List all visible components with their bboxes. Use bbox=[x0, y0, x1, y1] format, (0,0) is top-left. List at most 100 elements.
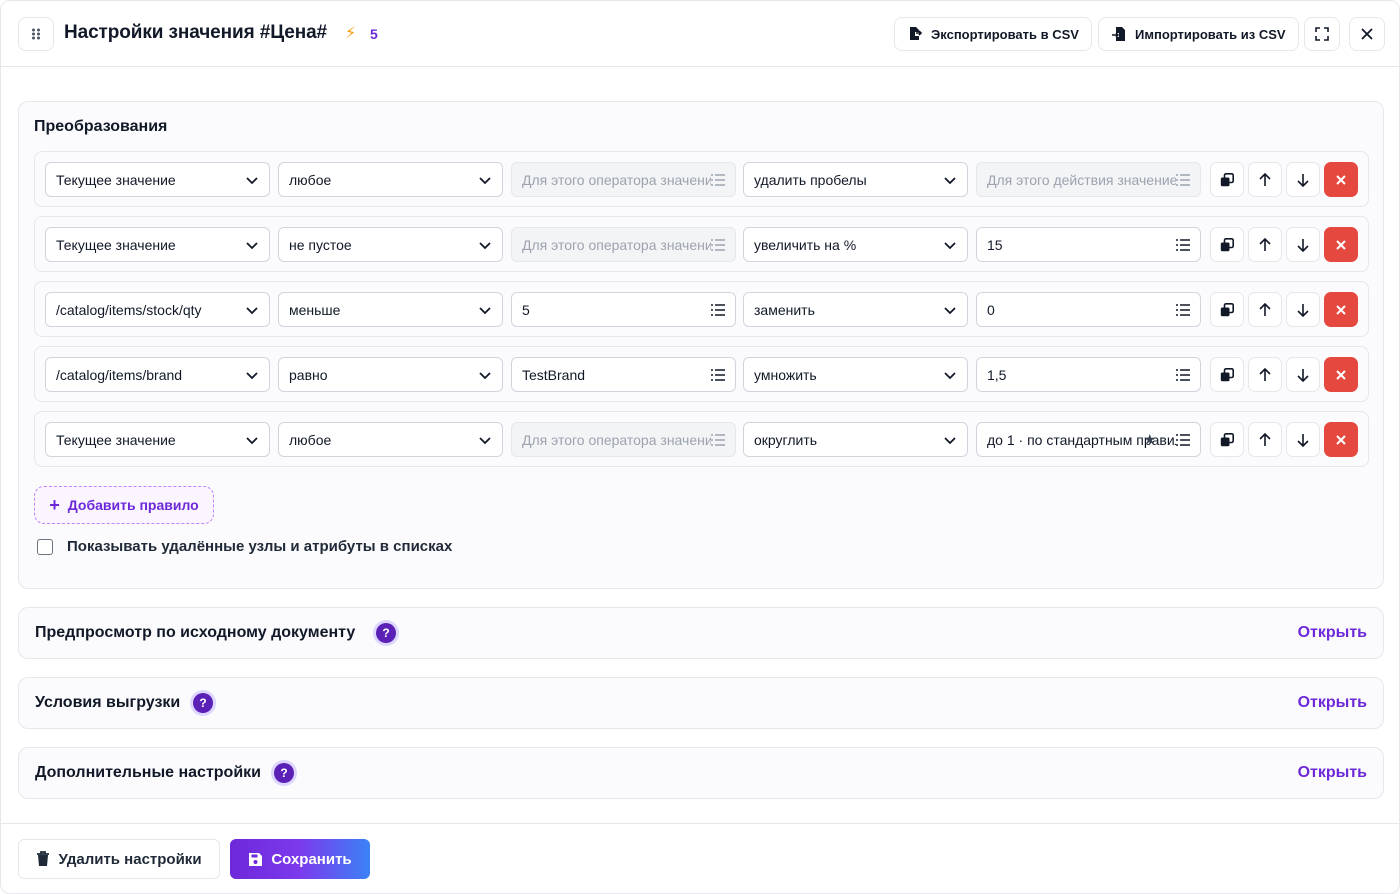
export-csv-button[interactable]: Экспортировать в CSV bbox=[894, 17, 1092, 51]
list-icon bbox=[1176, 238, 1190, 251]
close-icon bbox=[1336, 304, 1346, 315]
action-param-input: Для этого действия значение не требуется bbox=[976, 162, 1201, 197]
copy-icon bbox=[1220, 432, 1234, 446]
chevron-down-icon bbox=[246, 371, 258, 379]
additional-settings-open-link[interactable]: Открыть bbox=[1298, 764, 1367, 782]
chevron-down-icon bbox=[944, 306, 956, 314]
copy-icon bbox=[1220, 237, 1234, 251]
operator-value: любое bbox=[289, 171, 332, 188]
export-conditions-title: Условия выгрузки bbox=[35, 694, 181, 711]
export-csv-label: Экспортировать в CSV bbox=[931, 26, 1079, 42]
delete-rule-button[interactable] bbox=[1324, 227, 1358, 262]
delete-rule-button[interactable] bbox=[1324, 162, 1358, 197]
duplicate-rule-button[interactable] bbox=[1210, 162, 1244, 197]
duplicate-rule-button[interactable] bbox=[1210, 227, 1244, 262]
save-button[interactable]: Сохранить bbox=[230, 839, 370, 879]
operator-value: любое bbox=[289, 431, 332, 448]
action-param-input[interactable]: до 1 · по стандартным правилам★ bbox=[976, 422, 1201, 457]
close-icon bbox=[1361, 28, 1373, 40]
add-rule-button[interactable]: + Добавить правило bbox=[34, 486, 214, 524]
operator-select[interactable]: любое bbox=[278, 422, 503, 457]
list-icon bbox=[1176, 368, 1190, 381]
duplicate-rule-button[interactable] bbox=[1210, 422, 1244, 457]
chevron-down-icon bbox=[246, 306, 258, 314]
arrow-up-icon bbox=[1259, 302, 1271, 316]
condition-value-input[interactable]: TestBrand bbox=[511, 357, 736, 392]
operator-select[interactable]: не пустое bbox=[278, 227, 503, 262]
action-value: заменить bbox=[754, 301, 815, 318]
move-up-button[interactable] bbox=[1248, 162, 1282, 197]
move-down-button[interactable] bbox=[1286, 227, 1320, 262]
operator-select[interactable]: любое bbox=[278, 162, 503, 197]
arrow-down-icon bbox=[1297, 303, 1309, 317]
file-import-icon bbox=[1112, 27, 1125, 41]
action-select[interactable]: заменить bbox=[743, 292, 968, 327]
show-deleted-checkbox[interactable] bbox=[37, 538, 53, 555]
export-conditions-open-link[interactable]: Открыть bbox=[1298, 694, 1367, 712]
rule-row: /catalog/items/brand равно TestBrand умножи… bbox=[34, 346, 1369, 402]
delete-rule-button[interactable] bbox=[1324, 292, 1358, 327]
preview-open-link[interactable]: Открыть bbox=[1298, 624, 1367, 642]
source-select[interactable]: Текущее значение bbox=[45, 227, 270, 262]
file-export-icon bbox=[910, 27, 923, 40]
source-select[interactable]: /catalog/items/stock/qty bbox=[45, 292, 270, 327]
duplicate-rule-button[interactable] bbox=[1210, 357, 1244, 392]
move-up-button[interactable] bbox=[1248, 227, 1282, 262]
chevron-down-icon bbox=[246, 241, 258, 249]
save-icon bbox=[249, 852, 263, 866]
delete-rule-button[interactable] bbox=[1324, 357, 1358, 392]
condition-value-input: Для этого оператора значение не требуетс… bbox=[511, 227, 736, 262]
action-select[interactable]: умножить bbox=[743, 357, 968, 392]
arrow-up-icon bbox=[1259, 172, 1271, 186]
drag-handle[interactable] bbox=[18, 17, 54, 51]
chevron-down-icon bbox=[479, 176, 491, 184]
delete-settings-button[interactable]: Удалить настройки bbox=[18, 839, 220, 879]
action-param-input[interactable]: 0 bbox=[976, 292, 1201, 327]
action-param-input[interactable]: 1,5 bbox=[976, 357, 1201, 392]
help-icon[interactable]: ? bbox=[274, 763, 294, 783]
move-down-button[interactable] bbox=[1286, 422, 1320, 457]
help-icon[interactable]: ? bbox=[193, 693, 213, 713]
list-icon bbox=[711, 433, 725, 446]
move-up-button[interactable] bbox=[1248, 422, 1282, 457]
source-select[interactable]: Текущее значение bbox=[45, 422, 270, 457]
close-button[interactable] bbox=[1349, 17, 1385, 51]
duplicate-rule-button[interactable] bbox=[1210, 292, 1244, 327]
source-value: Текущее значение bbox=[56, 236, 176, 253]
move-up-button[interactable] bbox=[1248, 357, 1282, 392]
copy-icon bbox=[1220, 172, 1234, 186]
move-down-button[interactable] bbox=[1286, 357, 1320, 392]
action-select[interactable]: увеличить на % bbox=[743, 227, 968, 262]
move-down-button[interactable] bbox=[1286, 162, 1320, 197]
source-select[interactable]: Текущее значение bbox=[45, 162, 270, 197]
action-param: Для этого действия значение не требуется bbox=[987, 171, 1176, 188]
source-select[interactable]: /catalog/items/brand bbox=[45, 357, 270, 392]
settings-modal: Настройки значения #Цена# ⚡ 5 Экспортиро… bbox=[0, 0, 1400, 894]
move-up-button[interactable] bbox=[1248, 292, 1282, 327]
bolt-icon: ⚡ bbox=[345, 25, 357, 42]
trash-icon bbox=[37, 851, 50, 866]
chevron-down-icon bbox=[479, 241, 491, 249]
condition-value: Для этого оператора значение не требуетс… bbox=[522, 431, 711, 448]
modal-header: Настройки значения #Цена# ⚡ 5 Экспортиро… bbox=[1, 1, 1399, 67]
list-icon bbox=[1176, 433, 1190, 446]
action-select[interactable]: удалить пробелы bbox=[743, 162, 968, 197]
move-down-button[interactable] bbox=[1286, 292, 1320, 327]
copy-icon bbox=[1220, 302, 1234, 316]
operator-select[interactable]: равно bbox=[278, 357, 503, 392]
import-csv-button[interactable]: Импортировать из CSV bbox=[1098, 17, 1299, 51]
action-value: увеличить на % bbox=[754, 236, 857, 253]
chevron-down-icon bbox=[479, 306, 491, 314]
delete-rule-button[interactable] bbox=[1324, 422, 1358, 457]
condition-value-input[interactable]: 5 bbox=[511, 292, 736, 327]
action-param: 15 bbox=[987, 236, 1003, 253]
action-param-input[interactable]: 15 bbox=[976, 227, 1201, 262]
action-select[interactable]: округлить bbox=[743, 422, 968, 457]
help-icon[interactable]: ? bbox=[376, 623, 396, 643]
transformations-panel: Преобразования Текущее значение любое Для … bbox=[18, 101, 1384, 589]
fullscreen-button[interactable] bbox=[1304, 17, 1340, 51]
chevron-down-icon bbox=[944, 436, 956, 444]
modal-footer: Удалить настройки Сохранить bbox=[1, 823, 1399, 893]
operator-select[interactable]: меньше bbox=[278, 292, 503, 327]
action-value: удалить пробелы bbox=[754, 171, 867, 188]
